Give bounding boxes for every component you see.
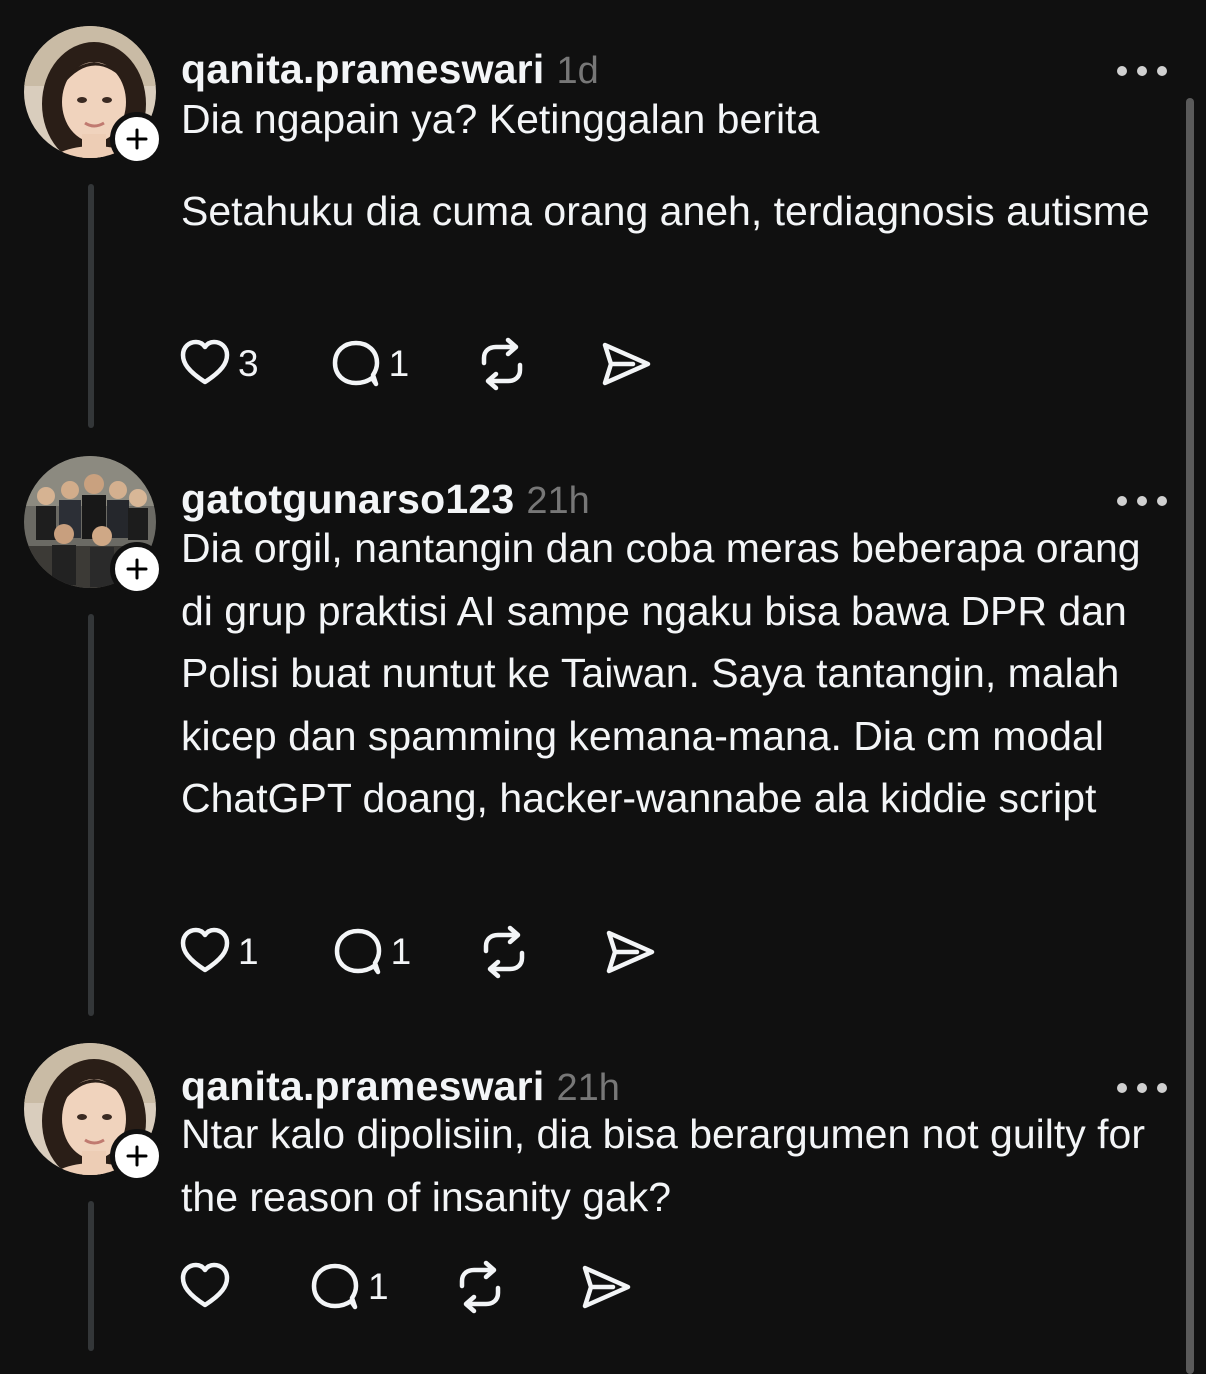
repost-icon: [481, 337, 523, 391]
post-text: Dia ngapain ya? Ketinggalan berita Setah…: [181, 88, 1171, 242]
more-dots-icon: [1117, 1083, 1167, 1093]
reply-count: 1: [390, 931, 412, 972]
username[interactable]: gatotgunarso123: [181, 476, 514, 523]
more-dots-icon: [1117, 66, 1167, 76]
send-icon: [606, 930, 655, 974]
post-text: Dia orgil, nantangin dan coba meras bebe…: [181, 517, 1171, 830]
comment-icon: [311, 1263, 359, 1310]
thread-line: [88, 614, 94, 1016]
thread-line: [88, 184, 94, 428]
repost-button[interactable]: [453, 1257, 507, 1317]
reply-button[interactable]: 1: [329, 334, 410, 394]
send-icon: [602, 342, 651, 386]
username[interactable]: qanita.prameswari: [181, 46, 544, 93]
heart-icon: [180, 1262, 230, 1308]
like-count: 1: [238, 931, 259, 972]
more-options-button[interactable]: [1112, 486, 1172, 516]
reply-count: 1: [368, 1266, 389, 1307]
reply-count: 1: [388, 343, 410, 384]
plus-icon: [126, 558, 148, 580]
follow-button[interactable]: [110, 112, 164, 166]
timestamp[interactable]: 1d: [556, 50, 598, 93]
like-button[interactable]: 3: [178, 334, 259, 394]
post-paragraph: Ntar kalo dipolisiin, dia bisa berargume…: [181, 1111, 1146, 1220]
send-icon: [582, 1265, 630, 1309]
like-count: 3: [238, 343, 259, 384]
more-dots-icon: [1117, 496, 1167, 506]
post-actions: 3 1: [178, 334, 653, 394]
reply-button[interactable]: 1: [331, 922, 412, 982]
follow-button[interactable]: [110, 542, 164, 596]
plus-icon: [126, 128, 148, 150]
share-button[interactable]: [603, 922, 657, 982]
like-button[interactable]: [178, 1257, 238, 1317]
heart-icon: [180, 927, 230, 973]
post-paragraph: Dia orgil, nantangin dan coba meras bebe…: [181, 525, 1141, 821]
plus-icon: [126, 1145, 148, 1167]
thread-line: [88, 1201, 94, 1351]
post-actions: 1 1: [178, 922, 657, 982]
repost-button[interactable]: [475, 334, 529, 394]
repost-button[interactable]: [477, 922, 531, 982]
more-options-button[interactable]: [1112, 56, 1172, 86]
post-actions: 1: [178, 1257, 633, 1317]
share-button[interactable]: [579, 1257, 633, 1317]
heart-icon: [180, 339, 230, 385]
avatar-container: [24, 1043, 164, 1183]
avatar-container: [24, 456, 164, 596]
like-button[interactable]: 1: [178, 922, 259, 982]
avatar-container: [24, 26, 164, 166]
share-button[interactable]: [599, 334, 653, 394]
reply-button[interactable]: 1: [308, 1257, 389, 1317]
more-options-button[interactable]: [1112, 1073, 1172, 1103]
repost-icon: [459, 1260, 500, 1314]
post-paragraph: Setahuku dia cuma orang aneh, terdiagnos…: [181, 187, 1150, 234]
comment-icon: [334, 928, 381, 975]
comment-icon: [332, 340, 379, 387]
repost-icon: [483, 925, 525, 979]
post-paragraph: Dia ngapain ya? Ketinggalan berita: [181, 96, 820, 142]
scrollbar[interactable]: [1186, 98, 1194, 1374]
follow-button[interactable]: [110, 1129, 164, 1183]
post-text: Ntar kalo dipolisiin, dia bisa berargume…: [181, 1103, 1171, 1228]
